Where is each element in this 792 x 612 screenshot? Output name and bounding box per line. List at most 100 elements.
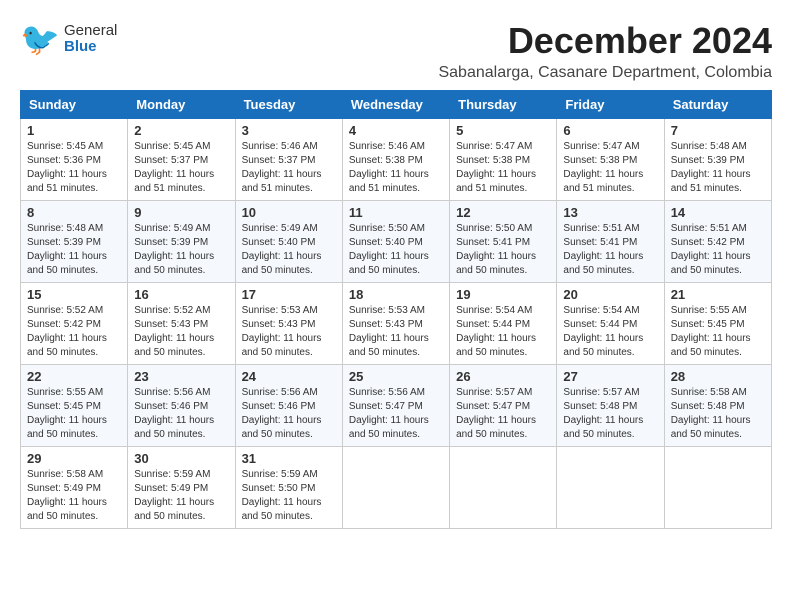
sunset-label: Sunset: 5:41 PM [563,237,637,248]
day-number: 17 [242,287,336,302]
sunset-label: Sunset: 5:46 PM [134,401,208,412]
sunset-label: Sunset: 5:49 PM [27,483,101,494]
daylight-label: Daylight: 11 hours and 50 minutes. [563,415,643,440]
sunrise-label: Sunrise: 5:48 AM [671,141,747,152]
table-row: 22 Sunrise: 5:55 AM Sunset: 5:45 PM Dayl… [21,365,128,447]
header-wednesday: Wednesday [342,91,449,119]
table-row: 7 Sunrise: 5:48 AM Sunset: 5:39 PM Dayli… [664,119,771,201]
daylight-label: Daylight: 11 hours and 50 minutes. [349,415,429,440]
header-thursday: Thursday [450,91,557,119]
day-number: 6 [563,123,657,138]
day-number: 21 [671,287,765,302]
day-number: 19 [456,287,550,302]
calendar-week-row: 29 Sunrise: 5:58 AM Sunset: 5:49 PM Dayl… [21,447,772,529]
day-number: 12 [456,205,550,220]
sunset-label: Sunset: 5:39 PM [27,237,101,248]
day-number: 23 [134,369,228,384]
table-row: 30 Sunrise: 5:59 AM Sunset: 5:49 PM Dayl… [128,447,235,529]
sunrise-label: Sunrise: 5:51 AM [671,223,747,234]
day-info: Sunrise: 5:49 AM Sunset: 5:39 PM Dayligh… [134,222,228,278]
day-number: 24 [242,369,336,384]
title-area: December 2024 Sabanalarga, Casanare Depa… [438,20,772,82]
day-number: 10 [242,205,336,220]
day-number: 7 [671,123,765,138]
sunset-label: Sunset: 5:39 PM [671,155,745,166]
sunrise-label: Sunrise: 5:45 AM [134,141,210,152]
sunrise-label: Sunrise: 5:58 AM [27,469,103,480]
table-row: 25 Sunrise: 5:56 AM Sunset: 5:47 PM Dayl… [342,365,449,447]
day-info: Sunrise: 5:51 AM Sunset: 5:41 PM Dayligh… [563,222,657,278]
sunrise-label: Sunrise: 5:49 AM [242,223,318,234]
table-row: 6 Sunrise: 5:47 AM Sunset: 5:38 PM Dayli… [557,119,664,201]
sunset-label: Sunset: 5:36 PM [27,155,101,166]
sunrise-label: Sunrise: 5:58 AM [671,387,747,398]
sunrise-label: Sunrise: 5:49 AM [134,223,210,234]
day-info: Sunrise: 5:56 AM Sunset: 5:46 PM Dayligh… [134,386,228,442]
day-number: 14 [671,205,765,220]
sunrise-label: Sunrise: 5:54 AM [563,305,639,316]
table-row: 23 Sunrise: 5:56 AM Sunset: 5:46 PM Dayl… [128,365,235,447]
sunset-label: Sunset: 5:49 PM [134,483,208,494]
daylight-label: Daylight: 11 hours and 50 minutes. [242,333,322,358]
table-row [342,447,449,529]
day-number: 3 [242,123,336,138]
logo-general: General [64,23,117,40]
daylight-label: Daylight: 11 hours and 50 minutes. [27,251,107,276]
table-row: 15 Sunrise: 5:52 AM Sunset: 5:42 PM Dayl… [21,283,128,365]
day-info: Sunrise: 5:47 AM Sunset: 5:38 PM Dayligh… [456,140,550,196]
daylight-label: Daylight: 11 hours and 51 minutes. [349,169,429,194]
sunset-label: Sunset: 5:45 PM [671,319,745,330]
day-info: Sunrise: 5:45 AM Sunset: 5:37 PM Dayligh… [134,140,228,196]
logo-icon: 🐦 [20,20,60,58]
location-subtitle: Sabanalarga, Casanare Department, Colomb… [438,64,772,82]
logo-blue: Blue [64,39,117,56]
day-info: Sunrise: 5:52 AM Sunset: 5:43 PM Dayligh… [134,304,228,360]
daylight-label: Daylight: 11 hours and 50 minutes. [134,415,214,440]
day-number: 13 [563,205,657,220]
sunrise-label: Sunrise: 5:50 AM [349,223,425,234]
daylight-label: Daylight: 11 hours and 50 minutes. [349,251,429,276]
sunrise-label: Sunrise: 5:57 AM [563,387,639,398]
day-number: 16 [134,287,228,302]
header-friday: Friday [557,91,664,119]
table-row [450,447,557,529]
sunrise-label: Sunrise: 5:59 AM [134,469,210,480]
sunrise-label: Sunrise: 5:57 AM [456,387,532,398]
day-number: 31 [242,451,336,466]
header-sunday: Sunday [21,91,128,119]
day-info: Sunrise: 5:54 AM Sunset: 5:44 PM Dayligh… [563,304,657,360]
day-number: 18 [349,287,443,302]
calendar-table: Sunday Monday Tuesday Wednesday Thursday… [20,90,772,529]
day-info: Sunrise: 5:46 AM Sunset: 5:37 PM Dayligh… [242,140,336,196]
table-row [557,447,664,529]
day-info: Sunrise: 5:51 AM Sunset: 5:42 PM Dayligh… [671,222,765,278]
daylight-label: Daylight: 11 hours and 51 minutes. [456,169,536,194]
day-number: 28 [671,369,765,384]
daylight-label: Daylight: 11 hours and 51 minutes. [563,169,643,194]
table-row: 29 Sunrise: 5:58 AM Sunset: 5:49 PM Dayl… [21,447,128,529]
table-row: 21 Sunrise: 5:55 AM Sunset: 5:45 PM Dayl… [664,283,771,365]
table-row [664,447,771,529]
sunrise-label: Sunrise: 5:55 AM [27,387,103,398]
sunset-label: Sunset: 5:41 PM [456,237,530,248]
sunrise-label: Sunrise: 5:56 AM [349,387,425,398]
day-info: Sunrise: 5:49 AM Sunset: 5:40 PM Dayligh… [242,222,336,278]
daylight-label: Daylight: 11 hours and 50 minutes. [456,415,536,440]
day-number: 15 [27,287,121,302]
table-row: 16 Sunrise: 5:52 AM Sunset: 5:43 PM Dayl… [128,283,235,365]
daylight-label: Daylight: 11 hours and 50 minutes. [456,333,536,358]
sunset-label: Sunset: 5:48 PM [671,401,745,412]
sunset-label: Sunset: 5:44 PM [456,319,530,330]
sunrise-label: Sunrise: 5:50 AM [456,223,532,234]
table-row: 31 Sunrise: 5:59 AM Sunset: 5:50 PM Dayl… [235,447,342,529]
page-header: 🐦 General Blue December 2024 Sabanalarga… [20,20,772,82]
daylight-label: Daylight: 11 hours and 50 minutes. [242,415,322,440]
sunrise-label: Sunrise: 5:52 AM [27,305,103,316]
calendar-week-row: 22 Sunrise: 5:55 AM Sunset: 5:45 PM Dayl… [21,365,772,447]
table-row: 2 Sunrise: 5:45 AM Sunset: 5:37 PM Dayli… [128,119,235,201]
daylight-label: Daylight: 11 hours and 50 minutes. [27,415,107,440]
daylight-label: Daylight: 11 hours and 50 minutes. [242,497,322,522]
sunset-label: Sunset: 5:37 PM [242,155,316,166]
daylight-label: Daylight: 11 hours and 50 minutes. [27,497,107,522]
sunset-label: Sunset: 5:40 PM [349,237,423,248]
